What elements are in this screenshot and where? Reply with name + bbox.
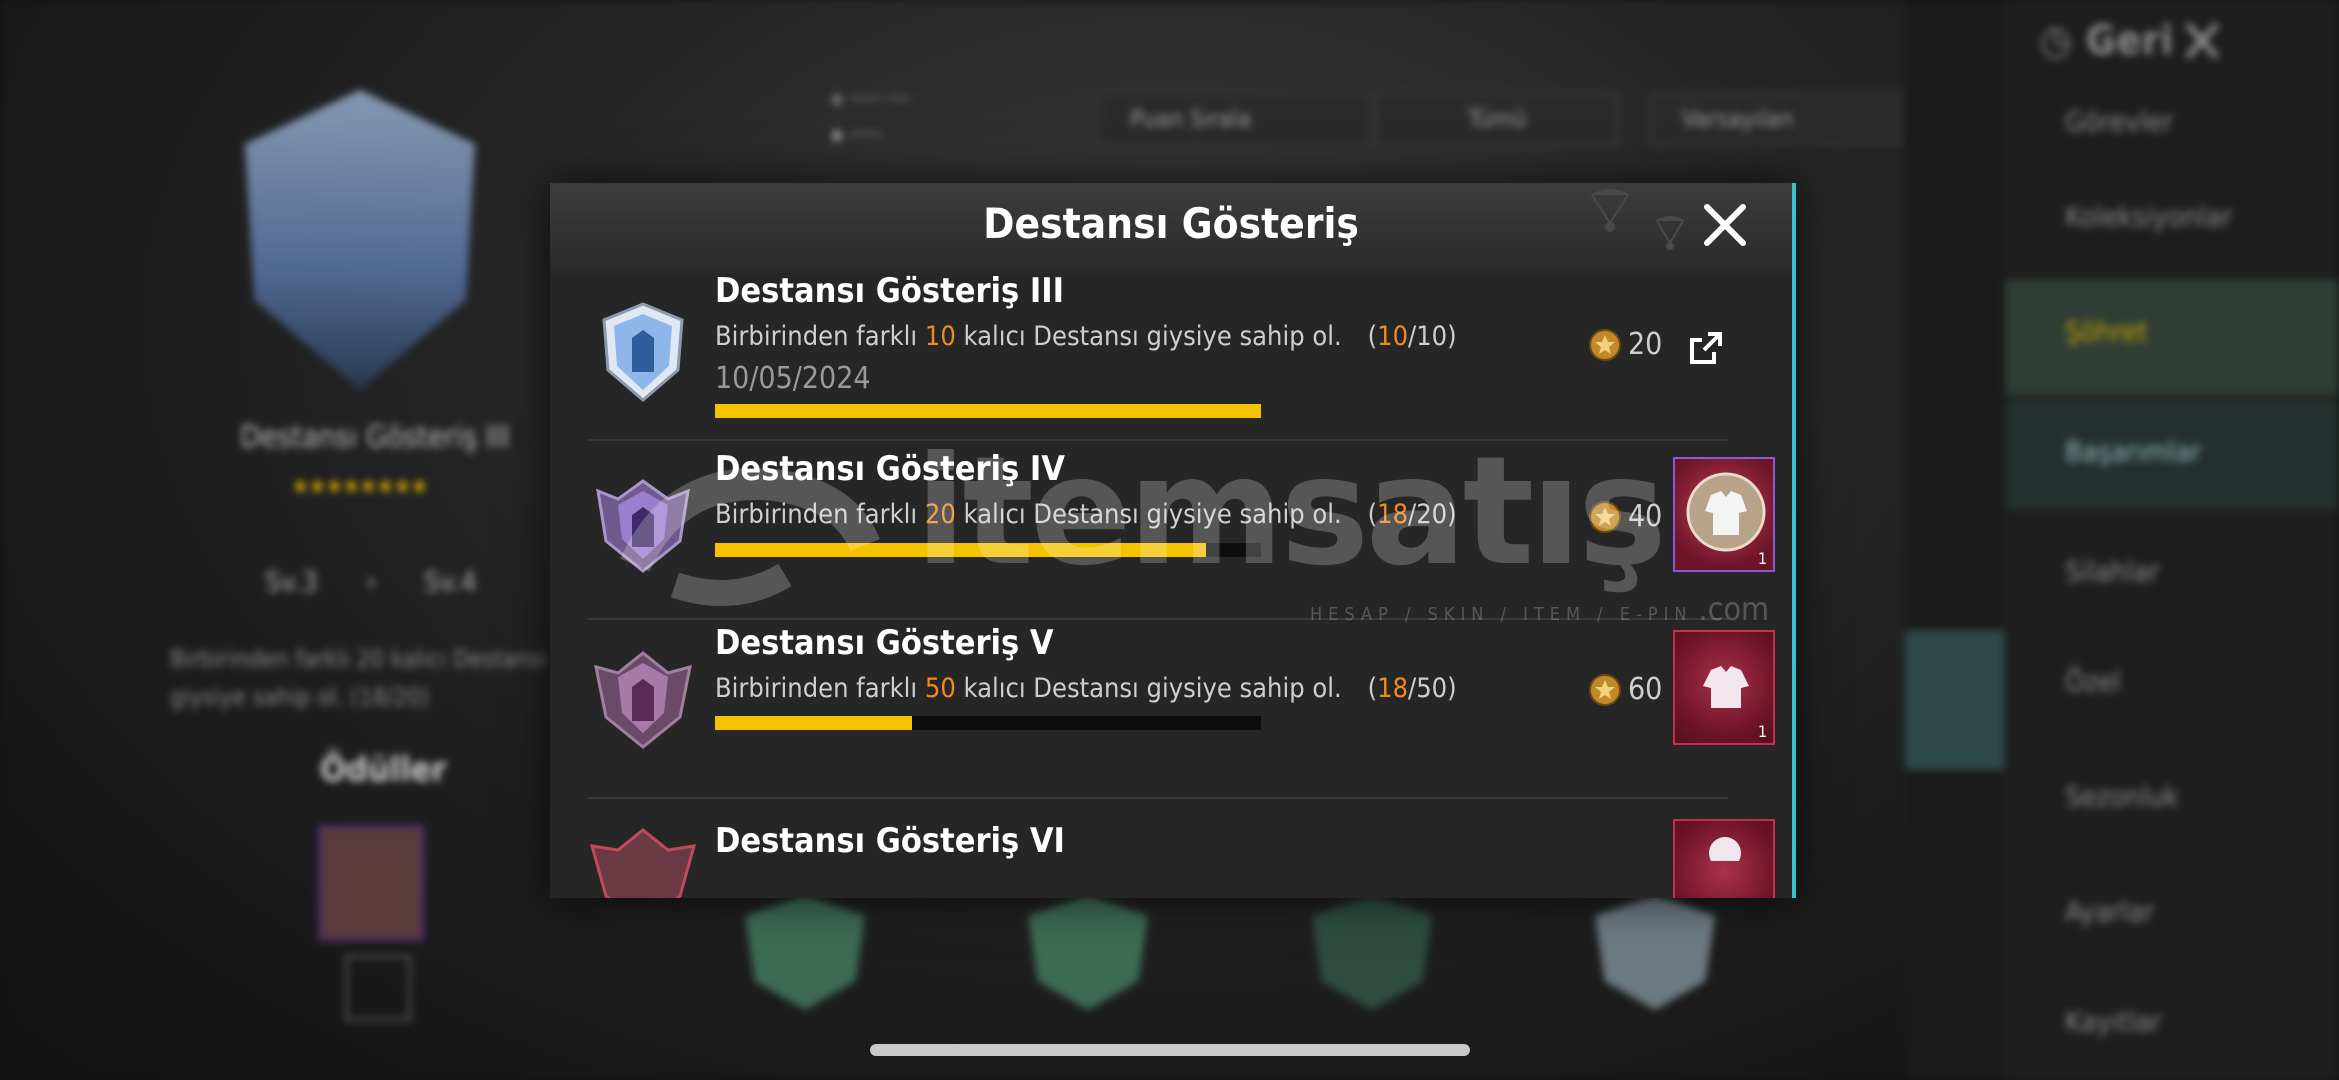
chevron-right-icon: › (365, 565, 376, 598)
achievement-point-icon (1589, 328, 1621, 361)
desc-text: kalıcı Destansı giysiye sahip ol. (955, 321, 1342, 352)
right-menu-item[interactable]: Sezonluk (2065, 780, 2179, 813)
right-menu-item[interactable]: Kayıtlar (2065, 1005, 2161, 1038)
points: 60 (1588, 672, 1662, 707)
achievement-title: Destansı Gösteriş V (715, 623, 1054, 663)
achievement-row: Destansı Gösteriş IV Birbirinden farklı … (588, 441, 1775, 616)
desc-text: Birbirinden farklı (715, 321, 925, 352)
achievement-description: Birbirinden farklı 20 kalıcı Destansı gi… (170, 645, 547, 711)
points: 20 (1588, 327, 1662, 362)
close-icon[interactable]: ✕ (2178, 8, 2226, 78)
share-icon[interactable] (1686, 328, 1726, 368)
outfit-reward-icon (1703, 666, 1749, 708)
progress-current: 18 (1377, 499, 1409, 530)
reward-slot (345, 955, 411, 1021)
reward-quantity: 1 (1757, 549, 1767, 568)
reward-item[interactable] (1673, 819, 1775, 898)
progress-current: 10 (1377, 321, 1409, 352)
progress-bar (715, 404, 1261, 418)
home-indicator[interactable] (870, 1044, 1470, 1056)
achievement-point-icon (1589, 500, 1621, 533)
progress-fill (715, 404, 1261, 418)
rewards-heading: Ödüller (320, 750, 447, 790)
filter-dropdown[interactable]: Tümü (1375, 92, 1619, 146)
achievement-badge-icon (589, 828, 697, 898)
right-menu-item[interactable]: Özel (2065, 665, 2121, 698)
progress-fill (715, 543, 1207, 557)
back-label: Geri (2085, 18, 2174, 64)
progress-current: 18 (1377, 673, 1409, 704)
level-dots: ●●●●●●●● (295, 478, 431, 494)
achievement-row: Destansı Gösteriş VI (588, 799, 1775, 898)
right-menu-item[interactable]: Silahlar (2065, 555, 2159, 588)
right-menu-item[interactable]: Görevler (2065, 105, 2173, 138)
right-menu-item[interactable]: Şöhret (2065, 315, 2147, 348)
level-to: Sv.4 (423, 565, 477, 598)
reward-quantity: 1 (1757, 722, 1767, 741)
level-range: Sv.3 › Sv.4 (265, 565, 477, 598)
right-menu-item[interactable]: Ayarlar (2065, 895, 2154, 928)
desc-count: 50 (924, 673, 956, 704)
points-value: 40 (1628, 499, 1663, 534)
modal-header: Destansı Gösteriş (550, 183, 1792, 273)
level-from: Sv.3 (265, 565, 318, 598)
desc-text: Birbirinden farklı (715, 673, 925, 704)
right-menu-active (2005, 280, 2339, 395)
achievement-name: Destansı Gösteriş III (240, 420, 510, 455)
points: 40 (1588, 499, 1662, 534)
desc-count: 10 (924, 321, 956, 352)
achievement-point-icon (1589, 673, 1621, 706)
progress-text: (10/10) (1367, 321, 1457, 352)
desc-count: 20 (924, 499, 956, 530)
progress-text: (18/50) (1367, 673, 1457, 704)
progress-fill (715, 716, 912, 730)
achievement-badge-icon (594, 651, 692, 749)
close-icon[interactable] (1695, 195, 1755, 255)
right-menu-item[interactable]: Başarımlar (2065, 435, 2201, 468)
completion-date: 10/05/2024 (715, 361, 871, 396)
desc-text: kalıcı Destansı giysiye sahip ol. (955, 673, 1342, 704)
desc-text: Birbirinden farklı (715, 499, 925, 530)
sort-dropdown[interactable]: Puan Sırala (1098, 92, 1372, 146)
achievement-title: Destansı Gösteriş III (715, 273, 1064, 311)
achievement-list[interactable]: Destansı Gösteriş III Birbirinden farklı… (550, 273, 1792, 898)
achievement-title: Destansı Gösteriş VI (715, 821, 1065, 861)
progress-bar (715, 543, 1261, 557)
reward-item (318, 825, 424, 941)
modal-title: Destansı Gösteriş (983, 199, 1359, 248)
outfit-reward-icon (1709, 837, 1741, 861)
achievement-description: Birbirinden farklı 20 kalıcı Destansı gi… (715, 499, 1457, 530)
achievement-modal: Destansı Gösteriş Destansı Gösteriş III … (550, 183, 1796, 898)
achievement-row: Destansı Gösteriş III Birbirinden farklı… (588, 273, 1728, 438)
top-stats: ◈ ─── ── ◆ ─── (830, 86, 910, 146)
reward-item[interactable]: 1 (1673, 457, 1775, 572)
achievement-row: Destansı Gösteriş V Birbirinden farklı 5… (588, 620, 1775, 795)
achievement-description: Birbirinden farklı 50 kalıcı Destansı gi… (715, 673, 1457, 704)
achievement-description: Birbirinden farklı 10 kalıcı Destansı gi… (715, 321, 1457, 352)
category-sidebar (1905, 0, 2005, 1080)
achievement-badge-icon (596, 479, 690, 573)
outfit-reward-icon (1686, 472, 1766, 552)
reward-item[interactable]: 1 (1673, 630, 1775, 745)
desc-text: kalıcı Destansı giysiye sahip ol. (955, 499, 1342, 530)
progress-text: (18/20) (1367, 499, 1457, 530)
order-dropdown[interactable]: Varsayılan (1650, 92, 1924, 146)
right-menu (2005, 0, 2339, 1080)
achievement-title: Destansı Gösteriş IV (715, 449, 1065, 489)
points-value: 60 (1628, 672, 1663, 707)
back-button[interactable]: ◷ Geri (2040, 18, 2174, 64)
points-value: 20 (1628, 327, 1663, 362)
progress-bar (715, 716, 1261, 730)
achievement-badge-icon (602, 302, 684, 402)
sidebar-active-category (1905, 630, 2005, 770)
right-menu-item[interactable]: Koleksiyonlar (2065, 200, 2232, 233)
